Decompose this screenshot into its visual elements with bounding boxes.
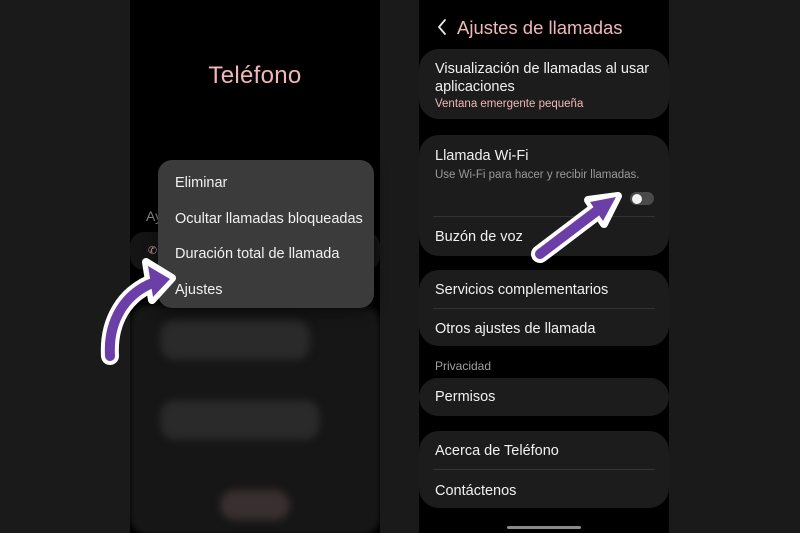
- blurred-entry: [160, 400, 320, 440]
- annotation-arrows: [100, 192, 622, 365]
- privacy-section-label: Privacidad: [435, 359, 492, 373]
- menu-item-settings[interactable]: Ajustes: [158, 273, 374, 309]
- menu-item-hide-blocked[interactable]: Ocultar llamadas bloqueadas: [158, 202, 374, 238]
- card-services: Servicios complementarios Otros ajustes …: [419, 270, 669, 346]
- divider: [433, 308, 655, 309]
- wifi-call-label[interactable]: Llamada Wi-Fi: [435, 147, 657, 165]
- blurred-entry: [220, 490, 290, 520]
- menu-item-eliminar[interactable]: Eliminar: [158, 166, 374, 202]
- card-display[interactable]: Visualización de llamadas al usar aplica…: [419, 49, 669, 119]
- voicemail-label[interactable]: Buzón de voz: [435, 228, 657, 246]
- page-title: Ajustes de llamadas: [457, 17, 623, 38]
- screenshot-stage: Teléfono Ay ✆ Eliminar Ocultar llamadas …: [0, 0, 800, 533]
- phone-screen-right: Ajustes de llamadas Visualización de lla…: [419, 0, 669, 533]
- app-title: Teléfono: [208, 62, 302, 89]
- display-on-apps-label: Visualización de llamadas al usar aplica…: [435, 61, 650, 95]
- card-wifi-voicemail: Llamada Wi-Fi Use Wi-Fi para hacer y rec…: [419, 135, 669, 256]
- display-on-apps-value: Ventana emergente pequeña: [435, 98, 584, 110]
- about-phone-label[interactable]: Acerca de Teléfono: [435, 442, 657, 460]
- home-indicator: [507, 526, 581, 529]
- settings-header: Ajustes de llamadas: [419, 12, 669, 44]
- wifi-call-toggle[interactable]: [630, 192, 654, 205]
- contact-us-label[interactable]: Contáctenos: [435, 482, 657, 500]
- blurred-entry: [160, 320, 310, 360]
- divider: [433, 469, 655, 470]
- card-about: Acerca de Teléfono Contáctenos: [419, 431, 669, 508]
- supplementary-services-label[interactable]: Servicios complementarios: [435, 281, 657, 299]
- menu-item-total-duration[interactable]: Duración total de llamada: [158, 237, 374, 273]
- divider: [433, 216, 655, 217]
- permissions-label: Permisos: [435, 389, 496, 405]
- wifi-call-description: Use Wi-Fi para hacer y recibir llamadas.: [435, 169, 640, 181]
- chevron-left-icon[interactable]: [433, 16, 453, 38]
- card-permissions[interactable]: Permisos: [419, 378, 669, 416]
- overflow-menu: Eliminar Ocultar llamadas bloqueadas Dur…: [158, 160, 374, 308]
- other-call-settings-label[interactable]: Otros ajustes de llamada: [435, 320, 657, 338]
- toggle-knob: [632, 193, 642, 204]
- missed-call-icon: ✆: [148, 245, 158, 257]
